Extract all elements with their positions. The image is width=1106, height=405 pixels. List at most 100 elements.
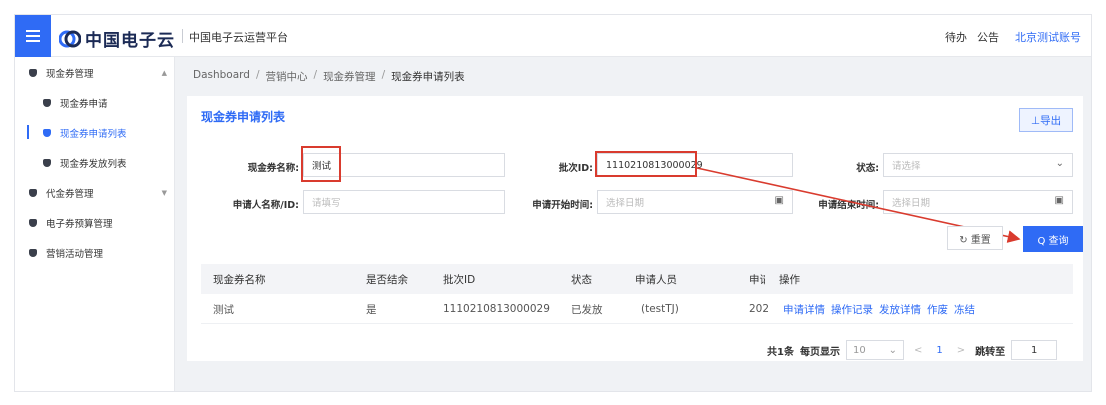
platform-title: 中国电子云运营平台 (189, 31, 288, 44)
sidebar-item-cash-coupon-management[interactable]: 现金券管理 ▲ (15, 61, 175, 85)
cell-operations: 申请详情 操作记录 发放详情 作废 冻结 (783, 294, 981, 324)
column-header-name: 现金券名称 (213, 273, 266, 286)
start-time-label: 申请开始时间: (532, 200, 593, 211)
status-select[interactable]: 请选择 ⌄ (883, 153, 1073, 177)
start-date-placeholder: 选择日期 (606, 198, 645, 209)
sidebar-item-voucher-management[interactable]: 代金券管理 ▼ (15, 181, 175, 205)
sidebar-item-label: 代金券管理 (46, 189, 94, 200)
sidebar-item-label: 现金券申请列表 (60, 129, 127, 140)
chevron-down-icon: ▼ (161, 189, 167, 197)
batch-id-label: 批次ID: (558, 163, 593, 174)
page-size-select[interactable]: 10 ⌄ (845, 340, 904, 360)
highlight-box-batch (595, 151, 697, 177)
header-divider (182, 29, 183, 43)
calendar-icon: ▣ (774, 195, 784, 206)
sidebar-item-cash-coupon-apply-list[interactable]: 现金券申请列表 (15, 121, 175, 145)
freeze-link[interactable]: 冻结 (954, 302, 975, 317)
coupon-name-label: 现金券名称: (247, 163, 299, 174)
breadcrumb-current: 现金券申请列表 (391, 71, 465, 83)
top-header: 中国电子云 中国电子云运营平台 待办 公告 北京测试账号 (15, 15, 1091, 57)
total-count: 共1条 (767, 346, 794, 358)
operation-record-link[interactable]: 操作记录 (831, 302, 873, 317)
menu-item-icon (43, 129, 51, 137)
sidebar-item-cash-coupon-apply[interactable]: 现金券申请 (15, 91, 175, 115)
breadcrumb-cash-coupon-management[interactable]: 现金券管理 (323, 69, 376, 84)
reset-button[interactable]: ↻ 重置 (947, 226, 1003, 250)
todo-link[interactable]: 待办 (945, 29, 967, 45)
chevron-down-icon: ⌄ (1055, 158, 1064, 169)
void-link[interactable]: 作废 (927, 302, 948, 317)
column-header-batch: 批次ID (443, 273, 476, 286)
logo-icon (59, 30, 81, 47)
cell-apply-time: 202 (749, 303, 769, 315)
breadcrumb-dashboard[interactable]: Dashboard (193, 69, 250, 84)
menu-group-icon (29, 69, 37, 77)
menu-item-icon (43, 99, 51, 107)
page-size-label: 每页显示 (799, 346, 840, 358)
table-row: 测试 是 1110210813000029 已发放 (testTJ) 202 申… (201, 294, 1073, 324)
column-header-apply-time: 申请 (749, 273, 765, 286)
cell-name: 测试 (213, 303, 234, 316)
applicant-input[interactable]: 请填写 (303, 190, 505, 214)
applicant-label: 申请人名称/ID: (232, 200, 299, 211)
page-size-value: 10 (852, 344, 866, 356)
apply-detail-link[interactable]: 申请详情 (783, 302, 825, 317)
menu-group-icon (29, 189, 37, 197)
sidebar-item-cash-coupon-issue-list[interactable]: 现金券发放列表 (15, 151, 175, 175)
sidebar-item-marketing-activity[interactable]: 营销活动管理 (15, 241, 175, 265)
start-date-picker[interactable]: 选择日期 ▣ (597, 190, 793, 214)
end-date-picker[interactable]: 选择日期 ▣ (883, 190, 1073, 214)
cell-batch: 1110210813000029 (443, 303, 550, 315)
sidebar: 现金券管理 ▲ 现金券申请 现金券申请列表 现金券发放列表 代金券管理 ▼ 电子… (15, 57, 175, 391)
main-card: 现金券申请列表 ⊥导出 现金券名称: 测试 批次ID: 111021081300… (187, 96, 1083, 361)
issue-detail-link[interactable]: 发放详情 (879, 302, 921, 317)
cell-surplus: 是 (366, 303, 377, 316)
active-indicator (27, 125, 29, 139)
query-button[interactable]: Q 查询 (1023, 226, 1083, 252)
brand-logo[interactable]: 中国电子云 (59, 26, 175, 51)
prev-page-button[interactable]: < (910, 345, 926, 356)
breadcrumb-marketing-center[interactable]: 营销中心 (266, 69, 308, 84)
end-date-placeholder: 选择日期 (892, 198, 931, 209)
current-page[interactable]: 1 (932, 345, 946, 356)
column-header-surplus: 是否结余 (366, 273, 408, 286)
account-link[interactable]: 北京测试账号 (1015, 29, 1081, 45)
logo-text: 中国电子云 (85, 31, 175, 51)
app-window: 中国电子云 中国电子云运营平台 待办 公告 北京测试账号 现金券管理 ▲ 现金券… (14, 14, 1092, 392)
page-title: 现金券申请列表 (201, 110, 286, 124)
pagination: 共1条 每页显示 10 ⌄ < 1 > 跳转至 1 (767, 340, 1058, 360)
notice-link[interactable]: 公告 (977, 29, 999, 45)
menu-item-icon (43, 159, 51, 167)
breadcrumb-separator: / (313, 69, 318, 81)
cell-status: 已发放 (571, 303, 603, 316)
header-actions: 待办 公告 北京测试账号 (945, 29, 1081, 45)
cell-applicant: (testTJ) (641, 303, 679, 315)
breadcrumb-separator: / (255, 69, 260, 81)
breadcrumb-separator: / (381, 69, 386, 81)
sidebar-item-label: 营销活动管理 (46, 249, 104, 260)
calendar-icon: ▣ (1054, 195, 1064, 206)
menu-group-icon (29, 249, 37, 257)
end-time-label: 申请结束时间: (818, 200, 879, 211)
table-header: 现金券名称 是否结余 批次ID 状态 申请人员 申请 操作 (201, 264, 1073, 294)
status-placeholder: 请选择 (892, 161, 921, 172)
jump-input[interactable]: 1 (1011, 340, 1058, 360)
export-button[interactable]: ⊥导出 (1019, 108, 1073, 132)
chevron-down-icon: ⌄ (888, 344, 897, 356)
sidebar-item-label: 电子券预算管理 (46, 219, 113, 230)
breadcrumb: Dashboard / 营销中心 / 现金券管理 / 现金券申请列表 (193, 69, 465, 84)
menu-icon[interactable] (15, 15, 51, 57)
sidebar-item-label: 现金券申请 (60, 99, 108, 110)
status-label: 状态: (856, 163, 879, 174)
highlight-box-name (301, 146, 341, 182)
column-header-status: 状态 (571, 273, 592, 286)
next-page-button[interactable]: > (953, 345, 969, 356)
sidebar-item-label: 现金券发放列表 (60, 159, 127, 170)
sidebar-item-label: 现金券管理 (46, 69, 94, 80)
jump-label: 跳转至 (975, 346, 1006, 358)
chevron-up-icon: ▲ (161, 69, 167, 77)
menu-group-icon (29, 219, 37, 227)
column-header-applicant: 申请人员 (635, 273, 677, 286)
column-header-operations: 操作 (779, 273, 800, 286)
sidebar-item-budget-management[interactable]: 电子券预算管理 (15, 211, 175, 235)
